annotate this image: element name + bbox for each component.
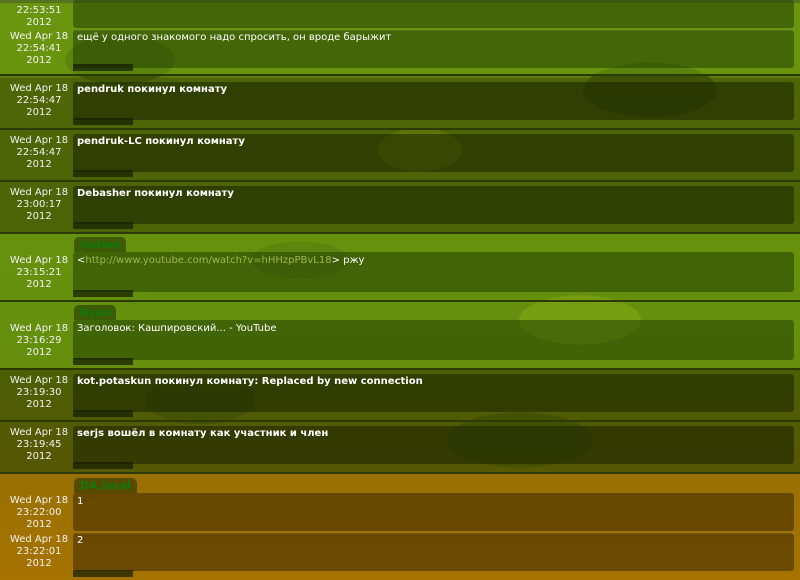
timestamp: Wed Apr 18 23:19:45 2012: [0, 427, 78, 463]
timestamp-year: 2012: [26, 347, 52, 358]
timestamp: Wed Apr 18 23:22:01 2012: [0, 534, 78, 570]
timestamp-day: Wed Apr 18: [9, 31, 69, 42]
timestamp-time: 23:22:01: [16, 546, 62, 557]
message-panel: [73, 533, 794, 571]
message-text[interactable]: 1: [77, 496, 83, 508]
message-row: Wed Apr 18 22:54:47 2012 pendruk-LC поки…: [0, 134, 800, 172]
timestamp-day: Wed Apr 18: [9, 495, 69, 506]
timestamp-year: 2012: [26, 107, 52, 118]
timestamp-time: 23:19:30: [16, 387, 62, 398]
system-message: Wed Apr 18 23:00:17 2012 Debasher покину…: [0, 182, 800, 234]
timestamp-year: 2012: [26, 211, 52, 222]
message-row: Wed Apr 18 23:22:00 2012 1: [0, 493, 800, 531]
system-text[interactable]: Debasher покинул комнату: [77, 188, 234, 200]
timestamp-day: Wed Apr 18: [9, 427, 69, 438]
timestamp: Wed Apr 18 22:54:47 2012: [0, 83, 78, 119]
timestamp-year: 2012: [26, 558, 52, 569]
timestamp-year: 2012: [26, 55, 52, 66]
message-text[interactable]: ещё у одного знакомого надо спросить, он…: [77, 32, 391, 44]
message-row: Wed Apr 18 23:16:29 2012 Заголовок: Кашп…: [0, 320, 800, 360]
message-footer: [73, 410, 133, 417]
timestamp: Wed Apr 18 23:15:21 2012: [0, 255, 78, 291]
youtube-link[interactable]: http://www.youtube.com/watch?v=hHHzpPBvL…: [85, 255, 331, 266]
timestamp-day: Wed Apr 18: [9, 135, 69, 146]
timestamp-time: 23:22:00: [16, 507, 62, 518]
message-group: ivzlom Wed Apr 18 23:15:21 2012 <http://…: [0, 234, 800, 302]
timestamp: Wed Apr 18 23:00:17 2012: [0, 187, 78, 223]
system-text[interactable]: pendruk-LC покинул комнату: [77, 136, 245, 148]
message-group: Буэл Wed Apr 18 23:16:29 2012 Заголовок:…: [0, 302, 800, 370]
message-text-suffix: > ржу: [331, 255, 365, 266]
message-panel: [73, 493, 794, 531]
message-footer: [73, 462, 133, 469]
timestamp-day: Wed Apr 18: [9, 375, 69, 386]
timestamp: Wed Apr 18 23:22:00 2012: [0, 495, 78, 531]
timestamp: Wed Apr 18 23:19:30 2012: [0, 375, 78, 411]
timestamp-day: Wed Apr 18: [9, 534, 69, 545]
timestamp-time: 22:54:47: [16, 95, 62, 106]
system-message: Wed Apr 18 23:19:30 2012 kot.potaskun по…: [0, 370, 800, 422]
system-text[interactable]: kot.potaskun покинул комнату: Replaced b…: [77, 376, 423, 388]
timestamp-time: 23:15:21: [16, 267, 62, 278]
message-footer: [73, 570, 133, 577]
message-text: <http://www.youtube.com/watch?v=hHHzpPBv…: [77, 255, 364, 267]
timestamp-time: 23:19:45: [16, 439, 62, 450]
message-row: Wed Apr 18 22:54:47 2012 pendruk покинул…: [0, 82, 800, 120]
timestamp-time: 22:54:47: [16, 147, 62, 158]
message-row: 22:53:51 2012: [0, 0, 800, 28]
timestamp-day: Wed Apr 18: [9, 187, 69, 198]
system-text[interactable]: pendruk покинул комнату: [77, 84, 227, 96]
timestamp: Wed Apr 18 23:16:29 2012: [0, 323, 78, 359]
timestamp-day: Wed Apr 18: [9, 323, 69, 334]
message-panel: [73, 0, 794, 28]
timestamp: Wed Apr 18 22:54:47 2012: [0, 135, 78, 171]
message-footer: [73, 118, 133, 125]
timestamp-year: 2012: [26, 399, 52, 410]
message-footer: [73, 64, 133, 71]
message-footer: [73, 358, 133, 365]
timestamp-time: 22:54:41: [16, 43, 62, 54]
timestamp-day: Wed Apr 18: [9, 255, 69, 266]
message-group: DA.local Wed Apr 18 23:22:00 2012 1 Wed …: [0, 474, 800, 580]
message-footer: [73, 222, 133, 229]
message-footer: [73, 290, 133, 297]
timestamp: Wed Apr 18 22:54:41 2012: [0, 31, 78, 67]
message-text[interactable]: 2: [77, 535, 83, 547]
system-text[interactable]: serjs вошёл в комнату как участник и чле…: [77, 428, 328, 440]
timestamp-time: 22:53:51: [16, 5, 62, 16]
message-group: 22:53:51 2012 Wed Apr 18 22:54:41 2012 е…: [0, 0, 800, 76]
timestamp-day: Wed Apr 18: [9, 83, 69, 94]
system-message: Wed Apr 18 22:54:47 2012 pendruk покинул…: [0, 78, 800, 130]
timestamp-year: 2012: [26, 159, 52, 170]
system-message: Wed Apr 18 23:19:45 2012 serjs вошёл в к…: [0, 422, 800, 474]
timestamp-year: 2012: [26, 279, 52, 290]
timestamp-time: 23:00:17: [16, 199, 62, 210]
message-row: Wed Apr 18 23:19:45 2012 serjs вошёл в к…: [0, 426, 800, 464]
message-footer: [73, 170, 133, 177]
message-row: Wed Apr 18 22:54:41 2012 ещё у одного зн…: [0, 30, 800, 68]
timestamp-year: 2012: [26, 451, 52, 462]
message-row: Wed Apr 18 23:22:01 2012 2: [0, 533, 800, 571]
timestamp-year: 2012: [26, 17, 52, 28]
timestamp-time: 23:16:29: [16, 335, 62, 346]
nickname-tab[interactable]: DA.local: [74, 478, 138, 493]
message-text[interactable]: Заголовок: Кашпировский... - YouTube: [77, 323, 277, 335]
message-row: Wed Apr 18 23:15:21 2012 <http://www.you…: [0, 252, 800, 292]
nickname-tab[interactable]: Буэл: [74, 305, 117, 320]
system-message: Wed Apr 18 22:54:47 2012 pendruk-LC поки…: [0, 130, 800, 182]
timestamp: 22:53:51 2012: [0, 5, 78, 29]
timestamp-year: 2012: [26, 519, 52, 530]
message-row: Wed Apr 18 23:00:17 2012 Debasher покину…: [0, 186, 800, 224]
nickname-tab[interactable]: ivzlom: [74, 237, 127, 252]
message-row: Wed Apr 18 23:19:30 2012 kot.potaskun по…: [0, 374, 800, 412]
